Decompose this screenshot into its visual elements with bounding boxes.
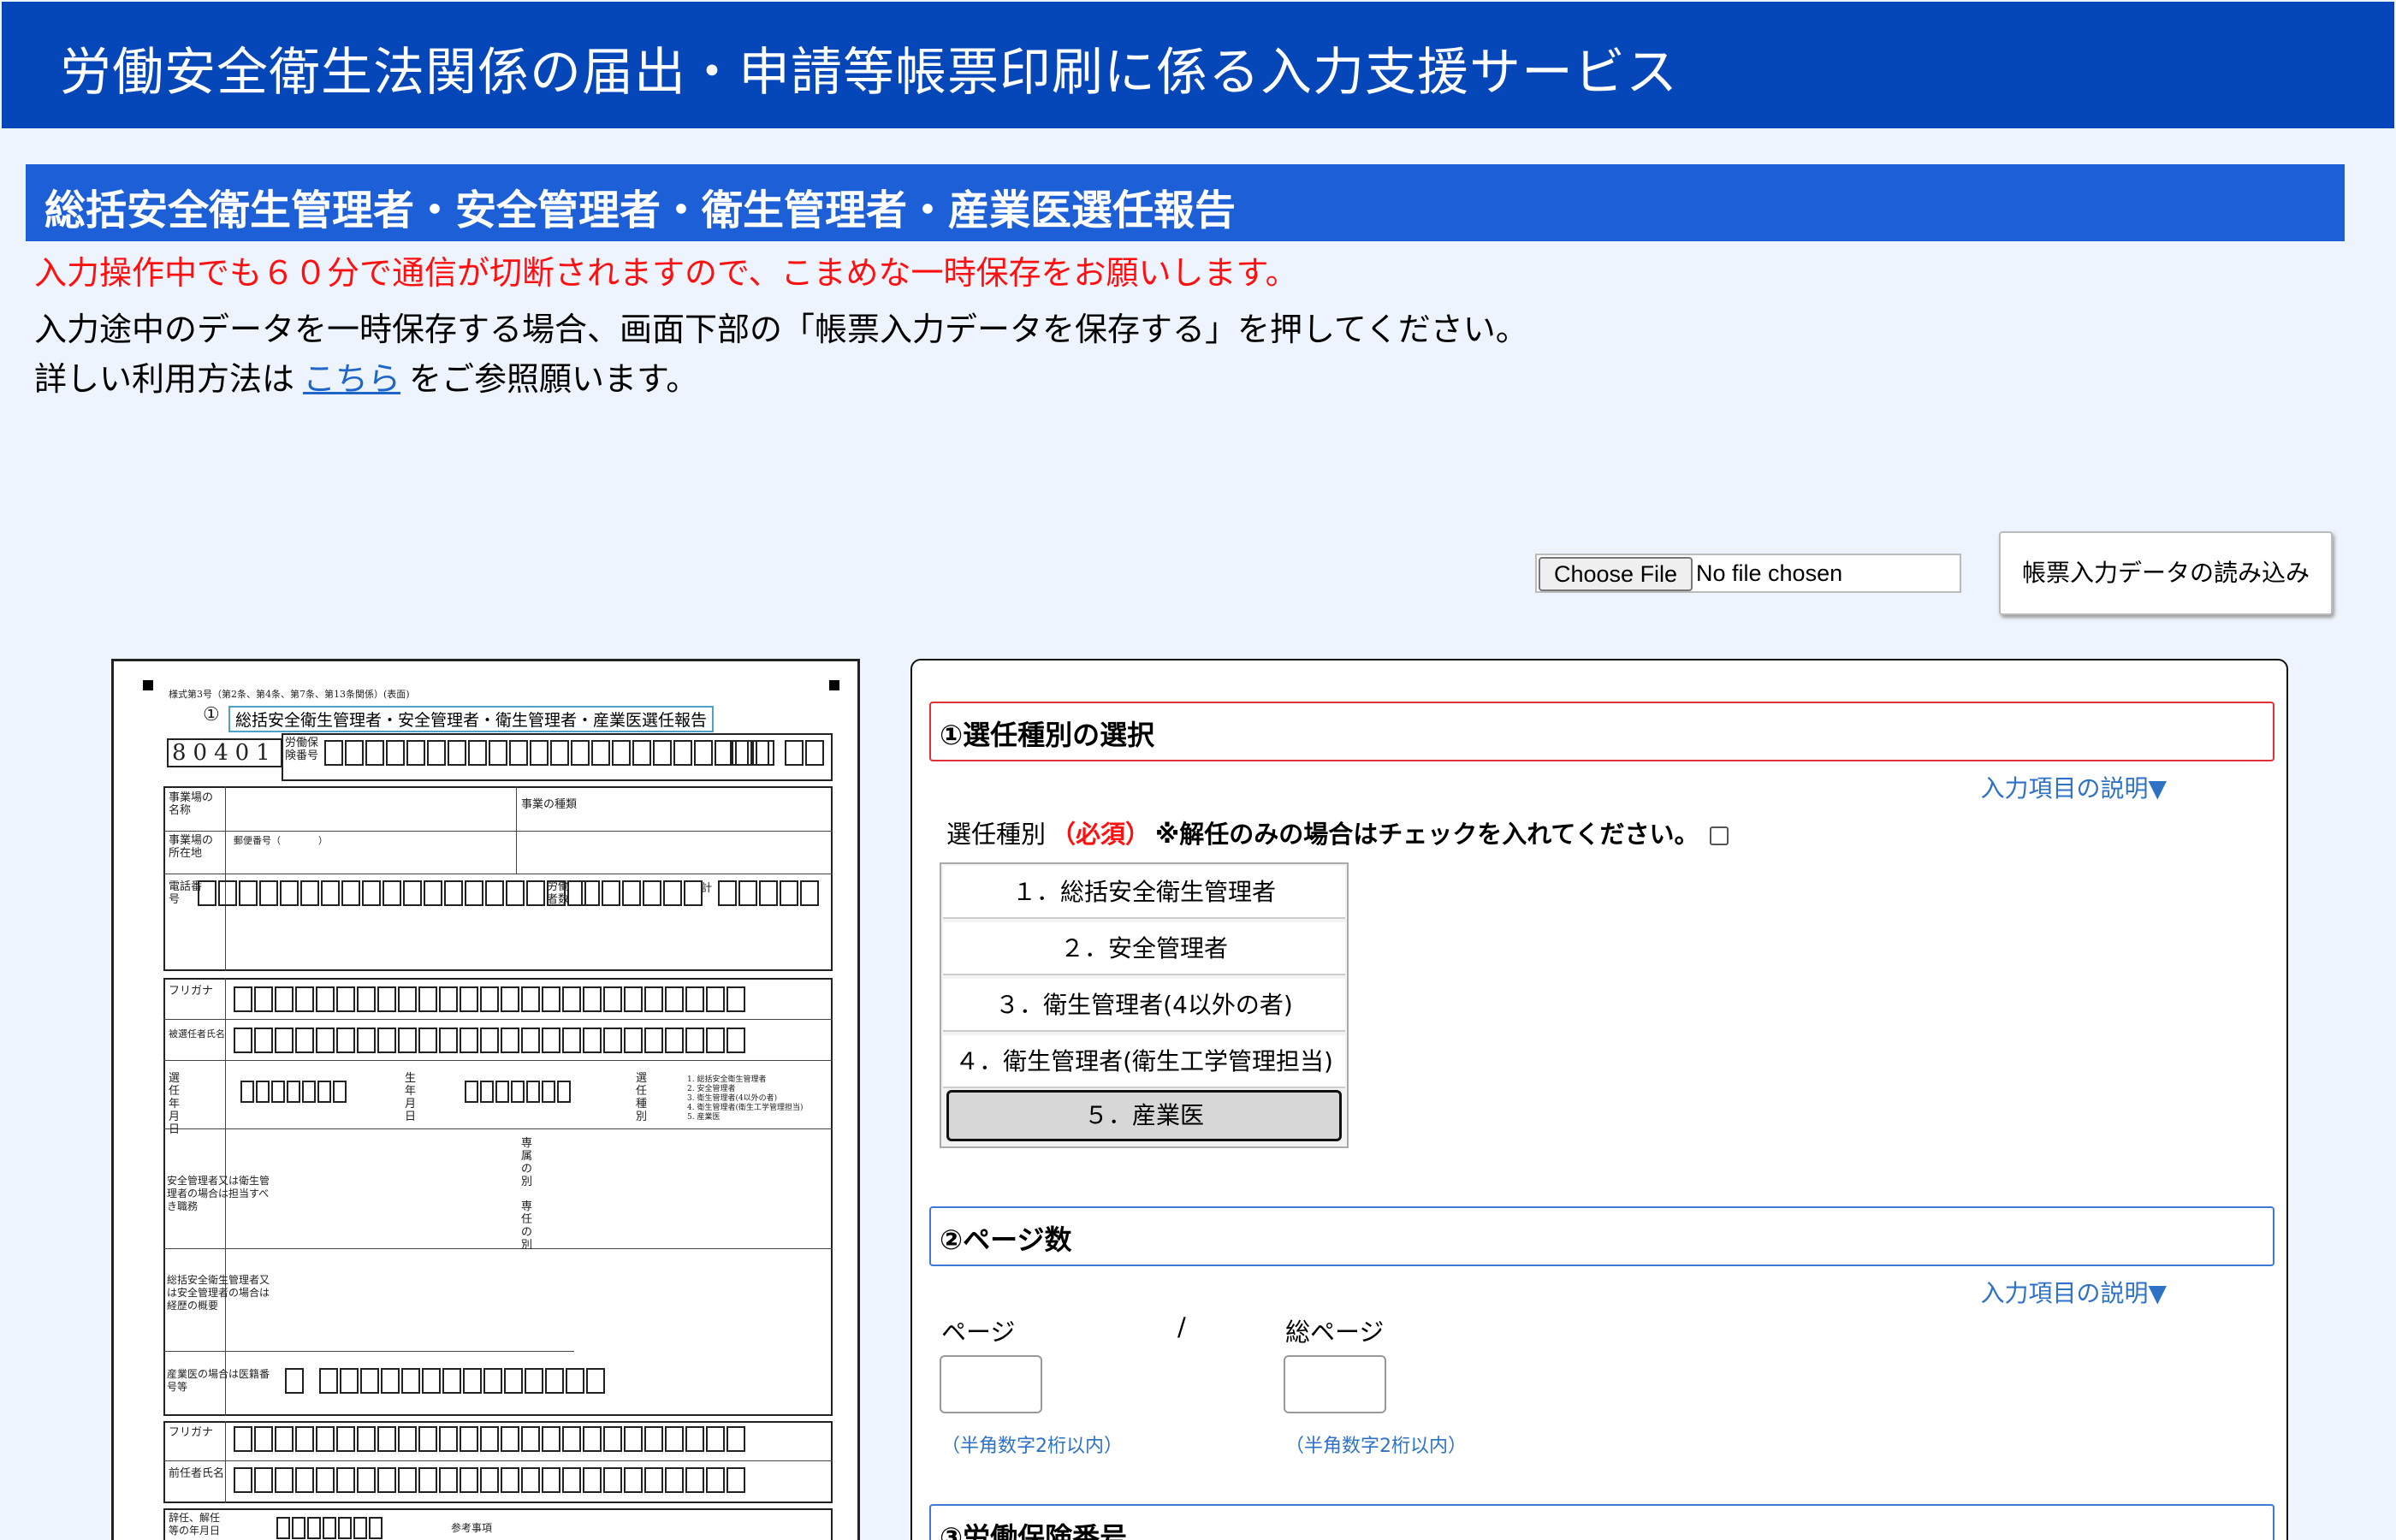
section-pages: ②ページ数 xyxy=(929,1206,2274,1266)
choose-file-button[interactable]: Choose File xyxy=(1539,557,1693,591)
total-page-hint: （半角数字2桁以内） xyxy=(1285,1436,1467,1457)
rule xyxy=(163,831,833,832)
kind-list: 1. 総括安全衛生管理者 2. 安全管理者 3. 衛生管理者(4以外の者) 4.… xyxy=(687,1075,803,1122)
prev-name-label: 前任者氏名 xyxy=(169,1467,225,1480)
usage-hint: 詳しい利用方法は こちら をご参照願います。 xyxy=(34,352,698,400)
exclusive-label: 専属の別 xyxy=(521,1137,533,1188)
timeout-warning: 入力操作中でも６０分で通信が切断されますので、こまめな一時保存をお願いします。 xyxy=(34,254,1298,292)
corner-mark xyxy=(829,680,839,690)
furigana-label: フリガナ xyxy=(169,985,214,998)
insurance-label: 労働保険番号 xyxy=(285,737,319,762)
birth-date-label: 生年月日 xyxy=(405,1072,417,1123)
dismiss-only-checkbox[interactable] xyxy=(1709,826,1729,845)
dismiss-box xyxy=(163,1508,833,1540)
kind-field: 選任種別 （必須） ※解任のみの場合はチェックを入れてください。 xyxy=(946,814,1729,850)
appoint-date-cells xyxy=(240,1081,348,1110)
section-insurance: ③労働保険番号 xyxy=(929,1504,2274,1540)
section-insurance-title: ③労働保険番号 xyxy=(940,1521,1128,1540)
input-panel: ①選任種別の選択 入力項目の説明▼ 選任種別 （必須） ※解任のみの場合はチェックを… xyxy=(910,659,2288,1540)
total-page-input[interactable] xyxy=(1284,1355,1386,1413)
appointee-cells xyxy=(234,1028,747,1057)
total-cells xyxy=(718,880,821,909)
page-slash: / xyxy=(1177,1312,1186,1342)
prev-name-cells xyxy=(234,1467,747,1496)
form-title-bar: 総括安全衛生管理者・安全管理者・衛生管理者・産業医選任報告 xyxy=(26,164,2345,241)
required-badge: （必須） xyxy=(1051,820,1151,849)
rule xyxy=(163,1460,833,1461)
top-banner: 労働安全衛生法関係の届出・申請等帳票印刷に係る入力支援サービス xyxy=(2,2,2394,128)
form-code: 80401 xyxy=(167,738,282,767)
file-input[interactable]: Choose File No file chosen xyxy=(1535,554,1961,593)
career-label: 総括安全衛生管理者又は安全管理者の場合は経歴の概要 xyxy=(167,1274,270,1312)
kind-option-3[interactable]: ３．衛生管理者(4以外の者) xyxy=(943,979,1345,1032)
workers-label: 労働者数 xyxy=(547,880,570,906)
kind-item: 5. 産業医 xyxy=(687,1113,721,1122)
section-kind-title: ①選任種別の選択 xyxy=(940,719,1155,751)
rule xyxy=(225,786,226,971)
remarks-label: 参考事項 xyxy=(451,1522,493,1534)
page-cells xyxy=(730,740,826,769)
preview-title: 総括安全衛生管理者・安全管理者・衛生管理者・産業医選任報告 xyxy=(228,706,715,732)
rule xyxy=(225,1421,226,1503)
kind-item: 4. 衛生管理者(衛生工学管理担当) xyxy=(687,1104,804,1112)
kind-option-1[interactable]: １．総括安全衛生管理者 xyxy=(943,866,1345,919)
kind-option-5[interactable]: ５．産業医 xyxy=(946,1090,1342,1141)
prev-furigana-label: フリガナ xyxy=(169,1426,214,1439)
section-kind-help-link[interactable]: 入力項目の説明▼ xyxy=(1980,770,2167,804)
form-preview: 様式第3号（第2条、第4条、第7条、第13条関係）(表面) ① 総括安全衛生管理… xyxy=(111,659,860,1540)
doctor-no-label: 産業医の場合は医籍番号等 xyxy=(167,1368,270,1393)
corner-mark xyxy=(143,680,153,690)
file-status: No file chosen xyxy=(1696,560,1843,586)
appoint-date-label: 選任年月日 xyxy=(169,1072,181,1136)
business-type-label: 事業の種類 xyxy=(521,798,578,811)
doctor-no-cells xyxy=(285,1368,607,1397)
usage-link[interactable]: こちら xyxy=(294,360,409,398)
fulltime-label: 専任の別 xyxy=(521,1200,533,1252)
page-label: ページ xyxy=(941,1318,1016,1347)
kind-select-list[interactable]: １．総括安全衛生管理者 ２．安全管理者 ３．衛生管理者(4以外の者) ４．衛生管… xyxy=(940,862,1349,1148)
dismiss-date-label: 辞任、解任等の年月日 xyxy=(169,1512,221,1537)
section-kind: ①選任種別の選択 xyxy=(929,702,2274,761)
total-page-label: 総ページ xyxy=(1285,1318,1385,1347)
business-box xyxy=(163,786,833,971)
dismiss-date-cells xyxy=(276,1517,384,1540)
kind-label: 選任種別 xyxy=(946,820,1047,849)
insurance-cells xyxy=(324,740,776,769)
kind-label: 選任種別 xyxy=(636,1072,648,1123)
page-hint: （半角数字2桁以内） xyxy=(941,1436,1123,1457)
section-pages-title: ②ページ数 xyxy=(940,1223,1072,1256)
kind-option-2[interactable]: ２．安全管理者 xyxy=(943,922,1345,975)
section-pages-help-link[interactable]: 入力項目の説明▼ xyxy=(1980,1275,2167,1309)
rule xyxy=(163,1128,833,1129)
service-title: 労働安全衛生法関係の届出・申請等帳票印刷に係る入力支援サービス xyxy=(60,43,1678,103)
page-input[interactable] xyxy=(940,1355,1042,1413)
kind-item: 1. 総括安全衛生管理者 xyxy=(687,1075,767,1084)
postal-label: 郵便番号（ ） xyxy=(234,835,328,846)
save-hint: 入力途中のデータを一時保存する場合、画面下部の「帳票入力データを保存する」を押し… xyxy=(34,311,1528,348)
appointee-label: 被選任者氏名 xyxy=(169,1028,225,1040)
total-label: 計 xyxy=(701,882,713,895)
kind-option-4[interactable]: ４．衛生管理者(衛生工学管理担当) xyxy=(943,1035,1345,1088)
address-label: 事業場の所在地 xyxy=(169,834,214,860)
form-number: 様式第3号（第2条、第4条、第7条、第13条関係）(表面) xyxy=(169,689,410,700)
load-data-button[interactable]: 帳票入力データの読み込み xyxy=(1999,531,2333,615)
kind-item: 2. 安全管理者 xyxy=(687,1085,736,1093)
dismiss-only-note: ※解任のみの場合はチェックを入れてください。 xyxy=(1155,820,1699,849)
rule xyxy=(516,786,517,874)
prev-furigana-cells xyxy=(234,1426,747,1455)
rule xyxy=(163,1060,833,1061)
duty-label: 安全管理者又は衛生管理者の場合は担当すべき職務 xyxy=(167,1175,270,1212)
birth-date-cells xyxy=(465,1081,572,1110)
workers-cells xyxy=(581,880,704,909)
circle-number: ① xyxy=(203,704,220,726)
usage-prefix: 詳しい利用方法は xyxy=(34,360,295,398)
usage-suffix: をご参照願います。 xyxy=(409,360,699,398)
form-title: 総括安全衛生管理者・安全管理者・衛生管理者・産業医選任報告 xyxy=(44,187,1237,234)
business-name-label: 事業場の名称 xyxy=(169,791,214,817)
furigana-cells xyxy=(234,986,747,1016)
rule xyxy=(163,1019,833,1020)
rule xyxy=(163,1248,833,1249)
phone-cells xyxy=(198,880,588,909)
kind-item: 3. 衛生管理者(4以外の者) xyxy=(687,1094,778,1103)
